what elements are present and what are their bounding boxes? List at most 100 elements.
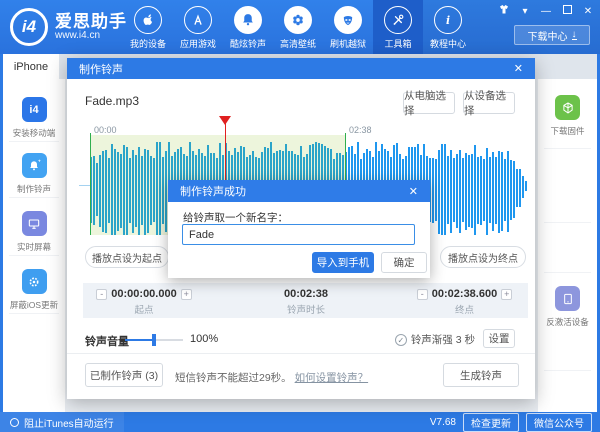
wechat-official-button[interactable]: 微信公众号 xyxy=(526,413,592,432)
app-name: 爱思助手 xyxy=(55,13,127,31)
nav-item-ringtones[interactable]: 酷炫铃声 xyxy=(223,0,273,54)
block-itunes-toggle[interactable]: 阻止iTunes自动运行 xyxy=(0,412,124,432)
select-from-device-button[interactable]: 从设备选择 xyxy=(463,92,515,114)
sidebar-item-download-firmware[interactable]: 下载固件 xyxy=(538,95,597,137)
made-ringtones-button[interactable]: 已制作铃声 (3) xyxy=(85,363,163,387)
firmware-cube-icon xyxy=(555,95,580,120)
make-ringtone-modal: 制作铃声 ✕ Fade.mp3 从电脑选择 从设备选择 00:00 02:38 … xyxy=(67,58,535,399)
window-controls: ▾ — ✕ xyxy=(498,4,594,19)
info-icon: i xyxy=(434,6,462,34)
waveform-bar xyxy=(435,159,437,222)
waveform-bar xyxy=(510,160,512,220)
gear-icon xyxy=(22,269,47,294)
ringtone-name-input[interactable] xyxy=(182,224,415,245)
waveform-bar xyxy=(93,156,95,224)
waveform-centerline xyxy=(79,185,90,186)
waveform-end-time: 02:38 xyxy=(349,125,372,135)
sidebar-item-label: 反激活设备 xyxy=(546,316,589,328)
nav-item-apps-games[interactable]: 应用游戏 xyxy=(173,0,223,54)
divider xyxy=(544,148,591,149)
download-center-button[interactable]: 下载中心 ↓ xyxy=(514,25,590,45)
maximize-button[interactable] xyxy=(561,5,573,18)
apple-icon xyxy=(134,6,162,34)
duration-label: 铃声时长 xyxy=(251,302,361,316)
toolbox-icon xyxy=(384,6,412,34)
sidebar-item-live-screen[interactable]: 实时屏幕 xyxy=(3,211,65,253)
waveform-bar xyxy=(108,158,110,223)
status-bar: 阻止iTunes自动运行 V7.68 检查更新 微信公众号 xyxy=(0,412,600,432)
dialog-close-icon[interactable]: ✕ xyxy=(409,185,418,198)
nav-label: 应用游戏 xyxy=(180,37,216,50)
dialog-titlebar: 制作铃声成功 ✕ xyxy=(168,180,430,202)
tab-iphone[interactable]: iPhone xyxy=(3,54,59,79)
fade-in-zone[interactable]: ✓ 铃声渐强 3 秒 xyxy=(395,332,475,347)
waveform-bar xyxy=(450,150,452,233)
volume-slider-fill xyxy=(125,339,152,341)
time-strip: - 00:00:00.000 + 起点 00:02:38 铃声时长 - 00:0… xyxy=(83,283,528,318)
selection-start-line[interactable] xyxy=(90,133,91,235)
nav-label: 酷炫铃声 xyxy=(230,37,266,50)
set-end-button[interactable]: 播放点设为终点 xyxy=(440,246,526,268)
waveform-start-time: 00:00 xyxy=(94,125,117,135)
playhead-marker-icon[interactable] xyxy=(219,116,231,125)
app-logo[interactable]: i4 爱思助手 www.i4.cn xyxy=(10,8,127,46)
nav-item-jailbreak[interactable]: 刷机越狱 xyxy=(323,0,373,54)
screen-icon xyxy=(22,211,47,236)
sidebar-item-block-ios-update[interactable]: 屏蔽iOS更新 xyxy=(3,269,65,311)
nav-item-toolbox[interactable]: 工具箱 xyxy=(373,0,423,54)
nav-item-wallpapers[interactable]: 高清壁纸 xyxy=(273,0,323,54)
waveform-bar xyxy=(141,156,143,225)
fade-in-label: 铃声渐强 3 秒 xyxy=(411,332,475,347)
nav-label: 我的设备 xyxy=(130,37,166,50)
waveform-bar xyxy=(501,152,503,231)
end-minus-button[interactable]: - xyxy=(417,289,428,300)
fade-settings-button[interactable]: 设置 xyxy=(483,329,515,348)
nav-label: 工具箱 xyxy=(384,37,411,50)
start-minus-button[interactable]: - xyxy=(96,289,107,300)
close-button[interactable]: ✕ xyxy=(582,6,594,18)
waveform-bar xyxy=(492,152,494,231)
modal-titlebar: 制作铃声 ✕ xyxy=(67,58,535,79)
volume-slider-handle[interactable] xyxy=(152,334,156,346)
nav-label: 高清壁纸 xyxy=(280,37,316,50)
menu-dropdown-icon[interactable]: ▾ xyxy=(519,6,531,18)
sidebar-item-deactivate-device[interactable]: 反激活设备 xyxy=(538,286,597,328)
generate-ringtone-button[interactable]: 生成铃声 xyxy=(443,363,519,387)
sidebar-item-label: 实时屏幕 xyxy=(17,241,51,253)
volume-slider[interactable] xyxy=(125,339,183,341)
divider xyxy=(9,197,59,198)
select-from-pc-button[interactable]: 从电脑选择 xyxy=(403,92,455,114)
how-to-set-ringtone-link[interactable]: 如何设置铃声？ xyxy=(295,372,369,384)
waveform-bar xyxy=(129,158,131,223)
waveform-bar xyxy=(444,144,446,235)
nav-item-my-device[interactable]: 我的设备 xyxy=(123,0,173,54)
set-start-button[interactable]: 播放点设为起点 xyxy=(85,246,169,268)
waveform-bar xyxy=(453,158,455,222)
waveform-bar xyxy=(138,147,140,235)
waveform-bar xyxy=(123,145,125,235)
nav-item-tutorials[interactable]: i 教程中心 xyxy=(423,0,473,54)
theme-icon[interactable] xyxy=(498,4,510,19)
modal-close-icon[interactable]: ✕ xyxy=(514,62,523,75)
waveform-bar xyxy=(111,144,113,236)
ok-button[interactable]: 确定 xyxy=(381,252,427,273)
waveform-bar xyxy=(504,159,506,221)
end-plus-button[interactable]: + xyxy=(501,289,512,300)
divider xyxy=(544,222,591,223)
waveform-bar xyxy=(477,157,479,225)
check-update-button[interactable]: 检查更新 xyxy=(463,413,519,432)
waveform-bar xyxy=(132,150,134,233)
sidebar-item-label: 下载固件 xyxy=(550,125,584,137)
app-website: www.i4.cn xyxy=(55,31,127,42)
waveform-bar xyxy=(102,151,104,232)
sidebar-item-make-ringtone[interactable]: + 制作铃声 xyxy=(3,153,65,195)
hint-text: 短信铃声不能超过29秒。 xyxy=(175,372,292,384)
start-plus-button[interactable]: + xyxy=(181,289,192,300)
divider xyxy=(9,141,59,142)
import-to-phone-button[interactable]: 导入到手机 xyxy=(312,252,374,273)
waveform-bar xyxy=(432,158,434,223)
waveform-bar xyxy=(438,150,440,235)
sidebar-item-install-mobile[interactable]: i4 安装移动端 xyxy=(3,97,65,139)
sidebar-left: i4 安装移动端 + 制作铃声 实时屏幕 屏蔽iOS更新 xyxy=(3,79,65,412)
minimize-button[interactable]: — xyxy=(540,6,552,18)
